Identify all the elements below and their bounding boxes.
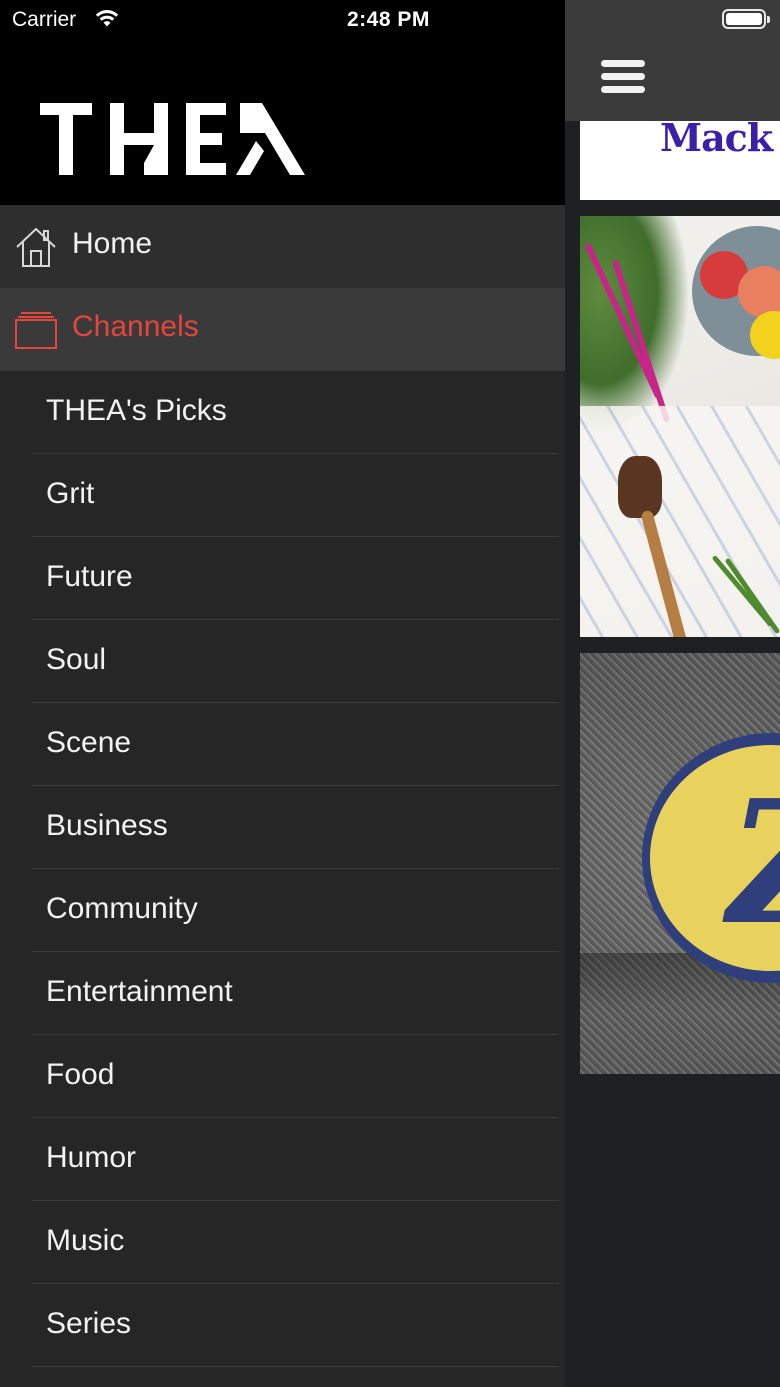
channel-item-label: Soul [46,643,107,676]
channel-item-label: Community [46,892,198,925]
channel-item[interactable]: Community [0,869,565,952]
article-card-food-image[interactable] [580,216,780,637]
main-content: Mack Z [565,0,780,1387]
channel-item[interactable]: Entertainment [0,952,565,1035]
channel-item-label: Entertainment [46,975,233,1008]
hamburger-menu-icon[interactable] [601,60,645,96]
channel-item-label: Music [46,1224,125,1257]
menu-item-home[interactable]: Home [0,205,565,288]
thea-logo [40,103,305,175]
channel-list: THEA's Picks Grit Future Soul Scene Busi… [0,371,565,1367]
menu-item-channels[interactable]: Channels [0,288,565,371]
spoon [618,456,662,518]
side-drawer: Carrier 2:48 PM Home Channels THEA's Pic… [0,0,565,1387]
drawer-header: Carrier 2:48 PM [0,0,565,205]
channels-folder-icon [15,312,57,349]
menu-item-channels-label: Channels [72,310,199,343]
menu-item-home-label: Home [72,227,153,260]
channel-item[interactable]: Soul [0,620,565,703]
channel-item[interactable]: Grit [0,454,565,537]
wifi-icon [95,10,119,27]
channel-item[interactable]: Humor [0,1118,565,1201]
channel-item[interactable]: Series [0,1284,565,1367]
channel-item-label: Scene [46,726,132,759]
channel-item-label: Grit [46,477,95,510]
channel-item[interactable]: Future [0,537,565,620]
channel-item[interactable]: Scene [0,703,565,786]
channel-item-label: Food [46,1058,115,1091]
logo-emblem-letter: Z [728,763,780,963]
channel-item-label: Humor [46,1141,137,1174]
channel-item[interactable]: Food [0,1035,565,1118]
nav-bar [565,0,780,121]
channel-item-label: Future [46,560,133,593]
battery-icon [722,9,770,29]
home-icon [16,227,56,267]
article-card[interactable]: Mack [580,121,780,200]
channel-item[interactable]: Business [0,786,565,869]
status-carrier: Carrier [12,8,77,31]
channel-item-label: Series [46,1307,132,1340]
article-card-title-fragment: Mack [660,121,773,160]
channel-item-label: Business [46,809,168,842]
channel-item[interactable]: Music [0,1201,565,1284]
channel-item[interactable]: THEA's Picks [0,371,565,454]
article-card-logo-image[interactable]: Z [580,653,780,1074]
status-time: 2:48 PM [347,8,430,31]
channel-item-label: THEA's Picks [46,394,227,427]
